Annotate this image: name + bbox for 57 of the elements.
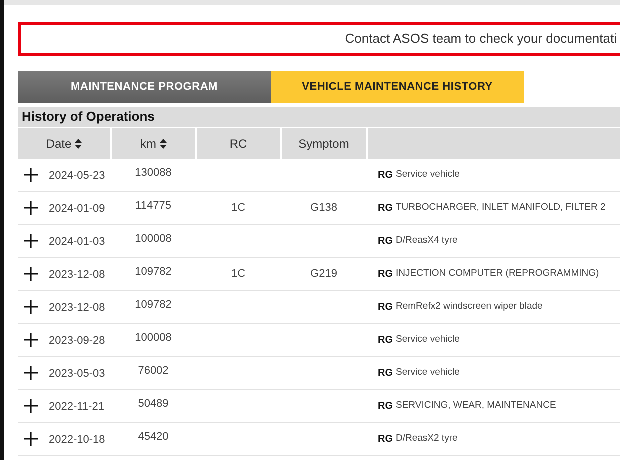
table-cell-text: 2022-11-21 [49, 400, 104, 416]
table-cell-text: G219 [310, 266, 338, 282]
table-cell-text: 114775 [136, 199, 172, 214]
column-header[interactable]: Date [18, 128, 110, 159]
expand-plus-icon[interactable] [24, 432, 38, 446]
operation-text: Service vehicle [396, 168, 460, 182]
operation-text: D/ReasX2 tyre [396, 432, 458, 446]
operation-text: INJECTION COMPUTER (REPROGRAMMING) [396, 266, 600, 281]
notice-text: Contact ASOS team to check your documentati [345, 30, 617, 48]
operation-text: SERVICING, WEAR, MAINTENANCE [396, 398, 556, 413]
table-cell-text: 1C [231, 266, 246, 282]
operation-tag: RG [378, 300, 393, 314]
table-cell-text: 100008 [135, 331, 172, 346]
table-cell-text: 2023-12-08 [49, 268, 106, 284]
expand-plus-icon[interactable] [24, 366, 38, 380]
column-header: RC [197, 128, 280, 159]
table-cell-text: 2022-10-18 [49, 433, 106, 448]
table-cell-text: 2024-01-09 [49, 202, 106, 218]
table-cell-text: 2023-05-03 [49, 367, 106, 382]
table-cell-text: 2023-12-08 [49, 301, 106, 316]
tab[interactable]: VEHICLE MAINTENANCE HISTORY [271, 71, 524, 103]
column-header[interactable]: km [112, 128, 195, 159]
expand-plus-icon[interactable] [24, 234, 38, 248]
table-cell-text: 50489 [138, 397, 169, 412]
table-cell-text: 2023-09-28 [49, 334, 106, 350]
operation-text: D/ReasX4 tyre [396, 234, 458, 248]
tab[interactable]: MAINTENANCE PROGRAM [18, 71, 271, 103]
expand-plus-icon[interactable] [24, 300, 38, 314]
expand-plus-icon[interactable] [24, 201, 38, 215]
operation-tag: RG [378, 432, 393, 446]
expand-plus-icon[interactable] [24, 399, 38, 413]
operation-tag: RG [378, 200, 393, 216]
table-cell-text: 109782 [135, 265, 172, 280]
table-cell-text: 76002 [138, 364, 169, 380]
operation-text: TURBOCHARGER, INLET MANIFOLD, FILTER 2 [396, 200, 606, 215]
column-header: Symptom [282, 128, 366, 159]
table-cell-text: 2024-01-03 [49, 235, 106, 250]
table-cell-text: 100008 [135, 232, 172, 248]
table-cell-text: 45420 [138, 430, 169, 446]
table-cell-text: 130088 [135, 166, 172, 182]
expand-plus-icon[interactable] [24, 267, 38, 281]
operation-tag: RG [378, 398, 393, 414]
table-cell-text: 2024-05-23 [49, 169, 106, 184]
operation-tag: RG [378, 266, 393, 282]
operation-tag: RG [378, 234, 393, 248]
operation-tag: RG [378, 366, 393, 380]
operation-text: RemRefx2 windscreen wiper blade [396, 300, 543, 314]
operation-text: Service vehicle [396, 366, 460, 380]
operation-text: Service vehicle [396, 332, 460, 347]
operation-tag: RG [378, 332, 393, 348]
table-cell-text: 1C [231, 200, 246, 216]
expand-plus-icon[interactable] [24, 168, 38, 182]
operation-tag: RG [378, 168, 393, 182]
table-cell-text: G138 [310, 200, 338, 216]
section-title: History of Operations [22, 108, 155, 126]
expand-plus-icon[interactable] [24, 333, 38, 347]
table-cell-text: 109782 [135, 298, 172, 314]
